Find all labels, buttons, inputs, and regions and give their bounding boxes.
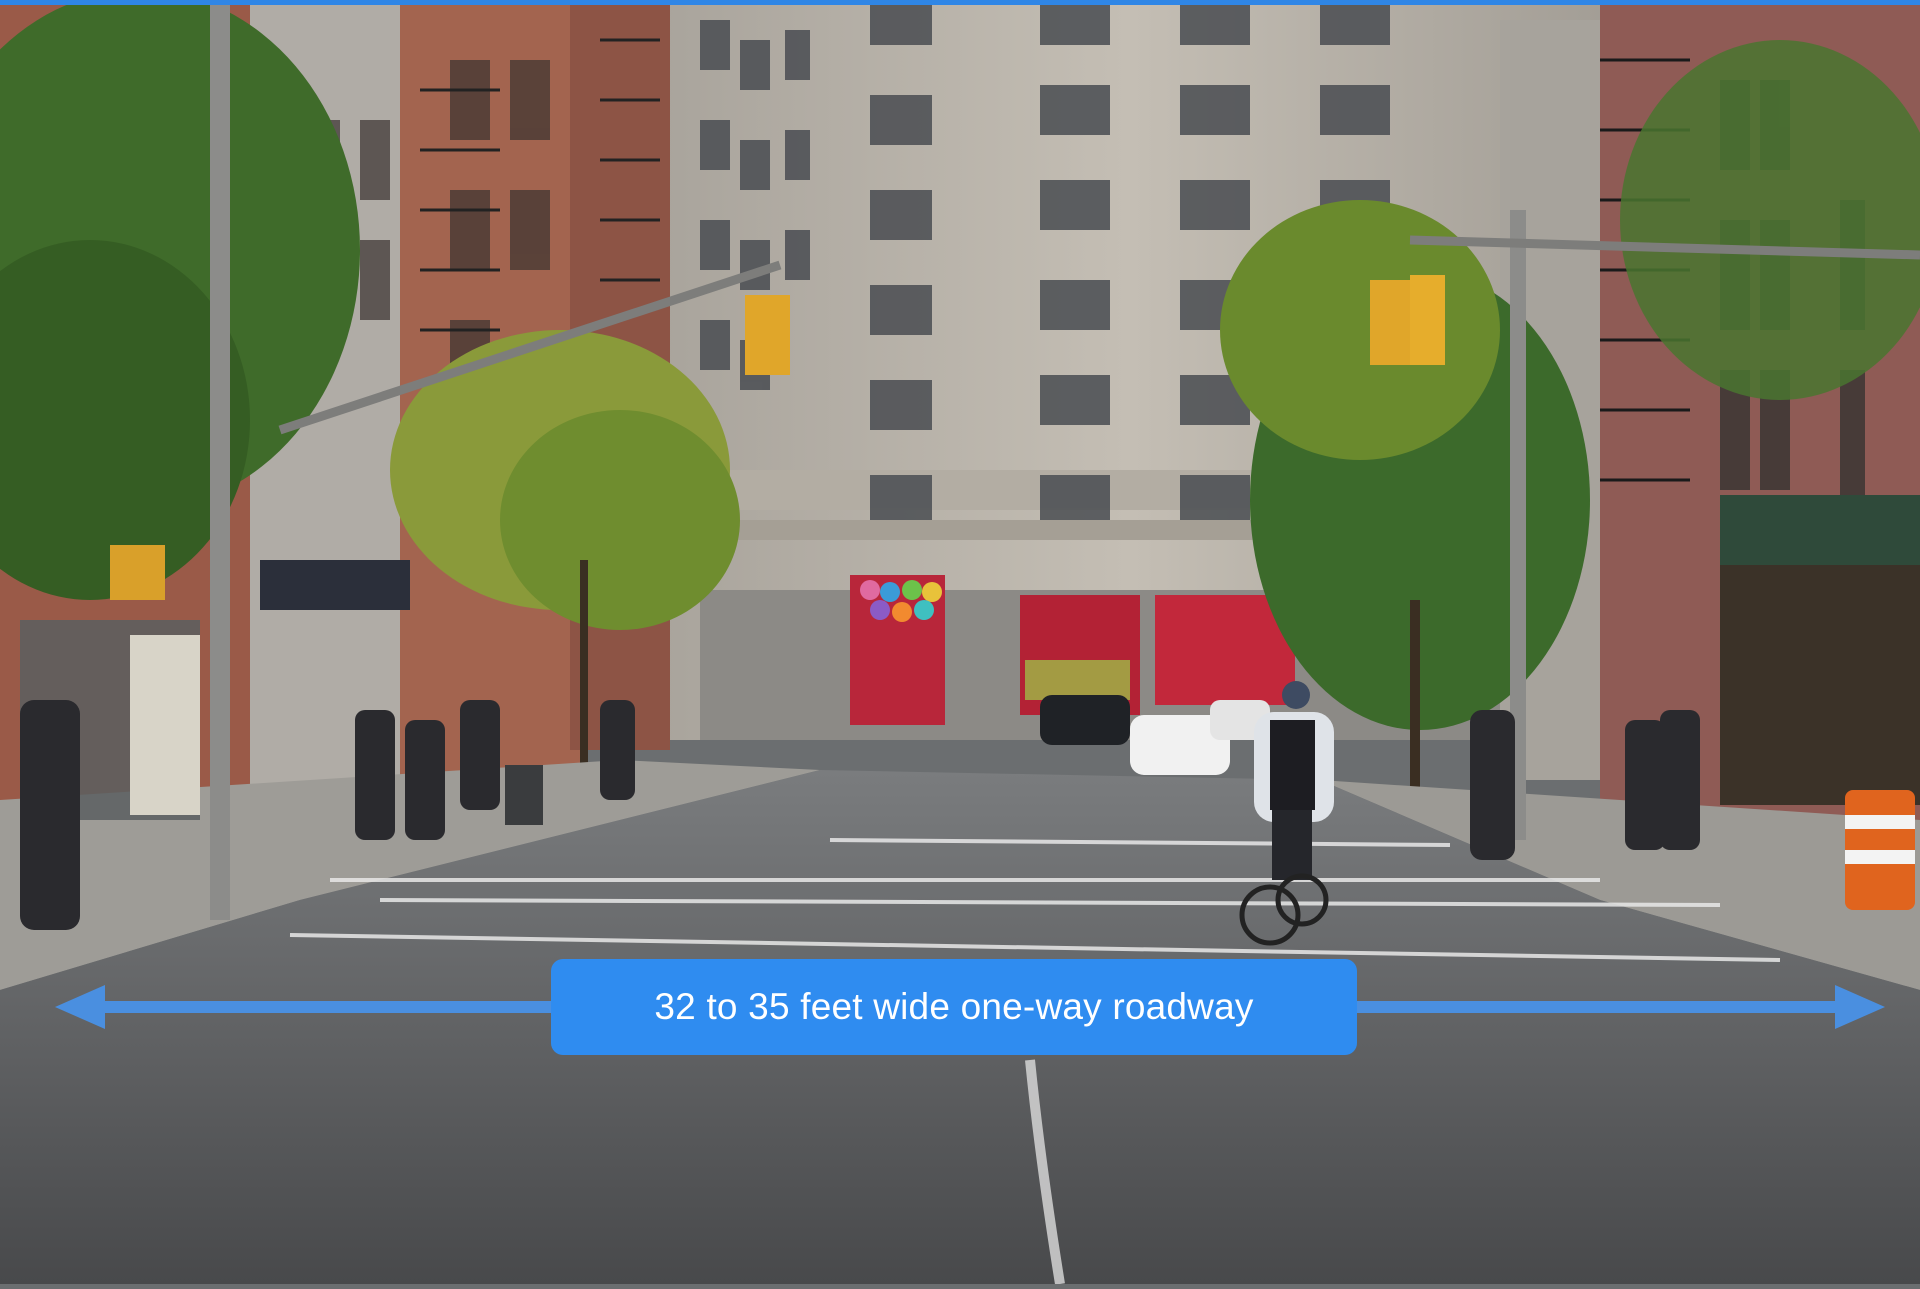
roadway-width-label: 32 to 35 feet wide one-way roadway — [551, 959, 1357, 1055]
roadway-width-text: 32 to 35 feet wide one-way roadway — [654, 986, 1254, 1027]
trash-can — [505, 765, 543, 825]
dark-car — [1040, 695, 1130, 745]
traffic-barrel — [1845, 790, 1915, 910]
street-photo — [0, 0, 1920, 1284]
green-awning — [1720, 495, 1920, 565]
top-accent-bar — [0, 0, 1920, 5]
